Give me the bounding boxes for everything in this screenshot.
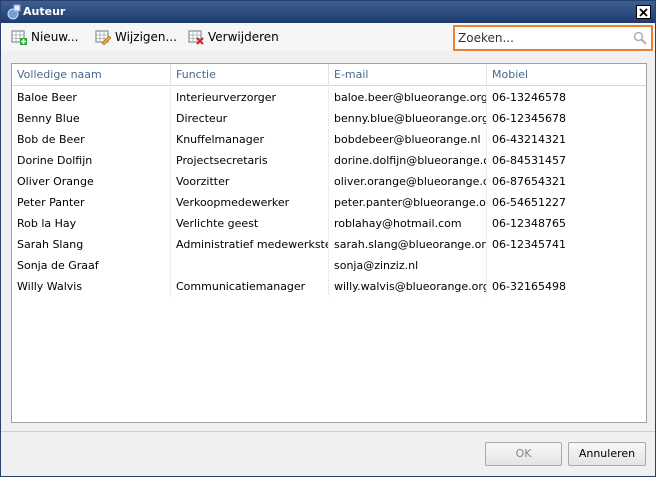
delete-label: Verwijderen <box>208 30 279 44</box>
cell-email: sarah.slang@blueorange.org <box>329 234 487 255</box>
cell-name: Sonja de Graaf <box>12 255 171 276</box>
edit-button[interactable]: Wijzigen... <box>95 28 177 46</box>
column-header-function[interactable]: Functie <box>171 64 329 86</box>
cell-mobile: 06-54651227 <box>492 196 566 209</box>
cell-function: Directeur <box>171 108 329 129</box>
cell-function: Verkoopmedewerker <box>171 192 329 213</box>
dialog-footer: OK Annuleren <box>1 431 655 476</box>
column-header-email[interactable]: E-mail <box>329 64 487 86</box>
cell-function <box>171 255 329 276</box>
cell-name: Peter Panter <box>12 192 171 213</box>
cell-email: baloe.beer@blueorange.org <box>329 87 487 108</box>
cell-mobile <box>487 255 646 276</box>
table-row[interactable]: Peter Panter Verkoopmedewerker peter.pan… <box>12 192 646 213</box>
cell-name: Bob de Beer <box>12 129 171 150</box>
column-header-name[interactable]: Volledige naam <box>12 64 171 86</box>
cell-mobile: 06-12348765 <box>492 217 566 230</box>
cell-mobile: 06-32165498 <box>492 280 566 293</box>
table-row[interactable]: Sarah Slang Administratief medewerkster … <box>12 234 646 255</box>
cell-function: Interieurverzorger <box>171 87 329 108</box>
table-row[interactable]: Baloe Beer Interieurverzorger baloe.beer… <box>12 87 646 108</box>
app-icon <box>7 4 21 20</box>
search-input[interactable] <box>458 30 628 46</box>
cell-email: dorine.dolfijn@blueorange.org <box>329 150 487 171</box>
cell-email: bobdebeer@blueorange.nl <box>329 129 487 150</box>
new-button[interactable]: Nieuw... <box>11 28 78 46</box>
cell-name: Rob la Hay <box>12 213 171 234</box>
cell-mobile: 06-87654321 <box>492 175 566 188</box>
cell-email: sonja@zinziz.nl <box>329 255 487 276</box>
delete-grid-icon <box>188 30 204 45</box>
window-title: Auteur <box>23 5 66 18</box>
author-grid[interactable]: Volledige naam Functie E-mail Mobiel Bal… <box>11 63 647 423</box>
cell-mobile: 06-84531457 <box>492 154 566 167</box>
cell-name: Oliver Orange <box>12 171 171 192</box>
cell-mobile: 06-43214321 <box>492 133 566 146</box>
cell-name: Sarah Slang <box>12 234 171 255</box>
cell-name: Baloe Beer <box>12 87 171 108</box>
auteur-dialog: Auteur Nieuw... Wijzigen... Verwijderen … <box>0 0 656 477</box>
column-header-mobile[interactable]: Mobiel <box>487 64 646 86</box>
cell-email: roblahay@hotmail.com <box>329 213 487 234</box>
cell-email: oliver.orange@blueorange.org <box>329 171 487 192</box>
table-row[interactable]: Dorine Dolfijn Projectsecretaris dorine.… <box>12 150 646 171</box>
ok-button[interactable]: OK <box>485 442 562 466</box>
table-row[interactable]: Willy Walvis Communicatiemanager willy.w… <box>12 276 646 297</box>
delete-button[interactable]: Verwijderen <box>188 28 279 46</box>
new-label: Nieuw... <box>31 30 79 44</box>
close-button[interactable] <box>636 5 651 19</box>
cell-mobile: 06-12345741 <box>492 238 566 251</box>
cell-function: Verlichte geest <box>171 213 329 234</box>
cell-function: Projectsecretaris <box>171 150 329 171</box>
edit-grid-icon <box>95 30 111 45</box>
cell-function: Knuffelmanager <box>171 129 329 150</box>
edit-label: Wijzigen... <box>115 30 177 44</box>
cell-email: willy.walvis@blueorange.org <box>329 276 487 297</box>
cell-function: Voorzitter <box>171 171 329 192</box>
table-row[interactable]: Benny Blue Directeur benny.blue@blueoran… <box>12 108 646 129</box>
table-row[interactable]: Sonja de Graaf sonja@zinziz.nl <box>12 255 646 276</box>
cell-name: Willy Walvis <box>12 276 171 297</box>
cell-email: benny.blue@blueorange.org <box>329 108 487 129</box>
cancel-button[interactable]: Annuleren <box>568 442 646 466</box>
title-bar[interactable]: Auteur <box>1 1 655 23</box>
close-icon <box>639 7 648 17</box>
cell-email: peter.panter@blueorange.org <box>329 192 487 213</box>
table-row[interactable]: Bob de Beer Knuffelmanager bobdebeer@blu… <box>12 129 646 150</box>
new-grid-icon <box>11 30 27 45</box>
cell-function: Communicatiemanager <box>171 276 329 297</box>
cell-function: Administratief medewerkster <box>171 234 329 255</box>
search-box[interactable] <box>453 25 653 51</box>
table-row[interactable]: Oliver Orange Voorzitter oliver.orange@b… <box>12 171 646 192</box>
search-icon[interactable] <box>633 31 647 45</box>
cell-mobile: 06-13246578 <box>492 91 566 104</box>
cell-mobile: 06-12345678 <box>492 112 566 125</box>
cell-name: Benny Blue <box>12 108 171 129</box>
cell-name: Dorine Dolfijn <box>12 150 171 171</box>
grid-header: Volledige naam Functie E-mail Mobiel <box>12 64 646 86</box>
table-row[interactable]: Rob la Hay Verlichte geest roblahay@hotm… <box>12 213 646 234</box>
